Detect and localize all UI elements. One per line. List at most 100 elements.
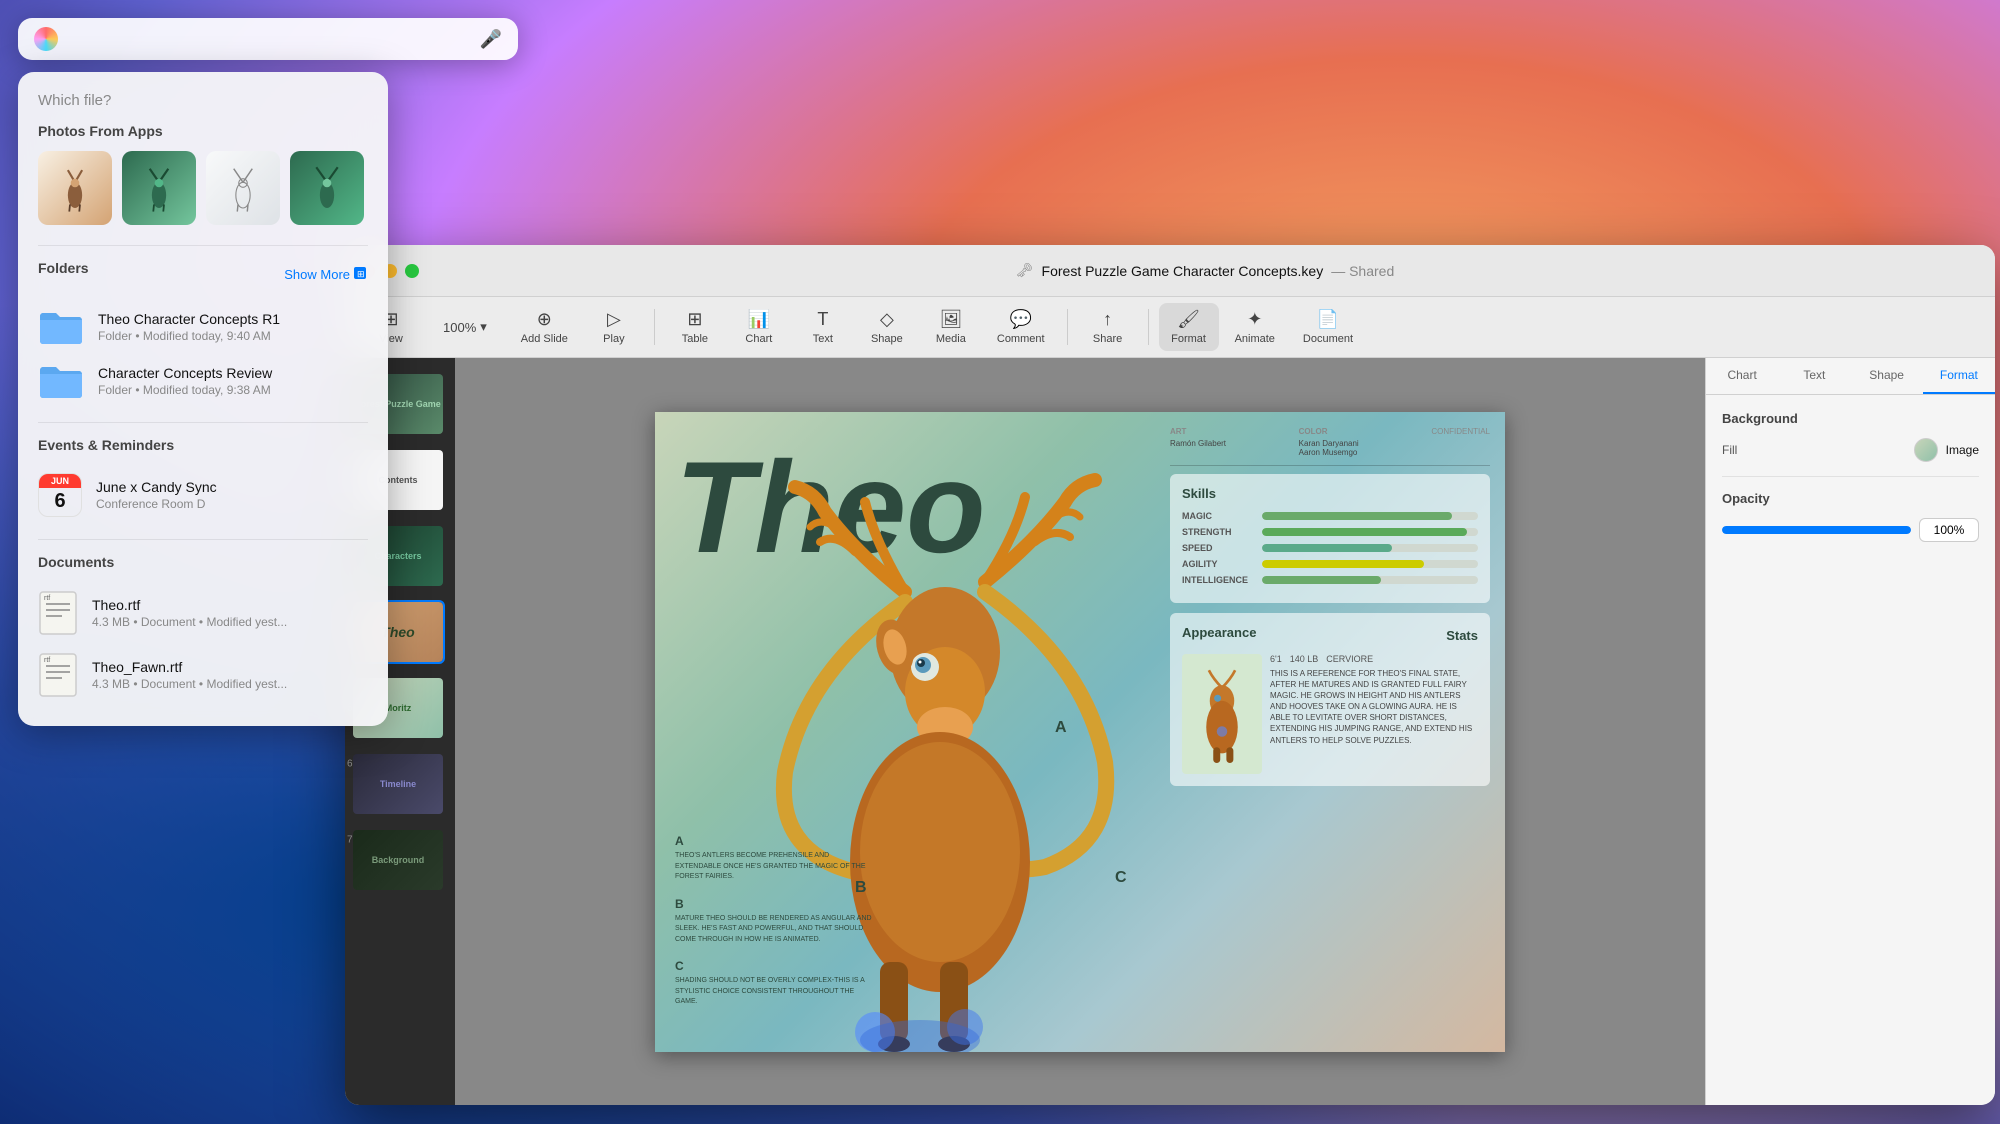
folder-item[interactable]: Character Concepts Review Folder • Modif… [38,354,368,408]
photo-thumb[interactable] [290,151,364,225]
shape-button[interactable]: ◇ Shape [857,303,917,351]
media-button[interactable]: 🖼 Media [921,303,981,351]
photo-thumb[interactable] [38,151,112,225]
document-item[interactable]: rtf Theo.rtf 4.3 MB • Document • Modifie… [38,582,368,644]
window-titlebar: 🗝 Forest Puzzle Game Character Concepts.… [345,245,1995,297]
toolbar-separator [1067,309,1068,345]
skills-section: Skills MAGIC STRENGTH SPEED [1170,474,1490,603]
color-info: COLOR Karan Daryanani Aaron Musemgo [1299,427,1359,457]
keynote-content: 1 Forest Puzzle Game 2 Contents 3 Charac… [345,358,1995,1105]
stats-title: Stats [1446,628,1478,643]
canvas-area[interactable]: Theo [455,358,1705,1105]
format-panel: Chart Text Shape Format Background Fill … [1705,358,1995,1105]
zoom-value: 100% [443,320,476,335]
chart-button[interactable]: 📊 Chart [729,303,789,351]
document-name: Theo.rtf [92,597,287,613]
document-icon: rtf [38,652,78,698]
stat-weight: 140 LB [1290,654,1319,664]
skill-magic: MAGIC [1182,511,1478,521]
animate-button[interactable]: ✦ Animate [1223,303,1287,351]
stat-name: CERVIORE [1326,654,1373,664]
event-item[interactable]: JUN 6 June x Candy Sync Conference Room … [38,465,368,525]
spotlight-prompt: Which file? [38,92,368,109]
add-slide-icon: ⊕ [537,309,552,330]
slide-notes: A THEO'S ANTLERS BECOME PREHENSILE AND E… [675,834,875,1022]
format-opacity-title: Opacity [1722,491,1979,506]
slide-canvas: Theo [655,412,1505,1052]
toolbar-separator [1148,309,1149,345]
text-icon: T [817,309,828,330]
document-item[interactable]: rtf Theo_Fawn.rtf 4.3 MB • Document • Mo… [38,644,368,706]
section-divider [38,245,368,246]
opacity-input[interactable] [1919,518,1979,542]
events-section-title: Events & Reminders [38,437,368,453]
spotlight-results-panel: Which file? Photos From Apps [18,72,388,726]
appearance-content: 6'1 140 LB CERVIORE THIS IS A REFERENCE … [1182,654,1478,774]
skills-title: Skills [1182,486,1478,501]
event-location: Conference Room D [96,497,217,511]
show-more-button[interactable]: Show More ⊞ [284,267,368,282]
text-button[interactable]: T Text [793,303,853,351]
media-label: Media [936,333,966,345]
character-small-image [1182,654,1262,774]
note-c: C SHADING SHOULD NOT BE OVERLY COMPLEX-T… [675,959,875,1008]
format-content: Background Fill Image Opacity [1706,395,1995,572]
document-button[interactable]: 📄 Document [1291,303,1365,351]
tab-text[interactable]: Text [1778,358,1850,394]
media-icon: 🖼 [939,309,962,330]
window-title: 🗝 Forest Puzzle Game Character Concepts.… [431,262,1979,279]
color-names: Karan Daryanani Aaron Musemgo [1299,439,1359,457]
comment-label: Comment [997,333,1045,345]
photo-thumb[interactable] [122,151,196,225]
add-slide-button[interactable]: ⊕ Add Slide [509,303,580,351]
slide-thumbnail: Background [353,830,443,890]
shape-icon: ◇ [880,309,894,330]
add-slide-label: Add Slide [521,333,568,345]
section-divider [38,539,368,540]
share-button[interactable]: ↑ Share [1078,303,1138,351]
note-a: A THEO'S ANTLERS BECOME PREHENSILE AND E… [675,834,875,883]
document-name: Theo_Fawn.rtf [92,659,287,675]
zoom-control[interactable]: 100% ▾ [433,315,497,339]
slide-info-panel: ART Ramón Gilabert COLOR Karan Daryanani… [1170,427,1490,786]
appearance-section: Appearance Stats [1170,613,1490,786]
slide-thumb-7[interactable]: 7 Background [345,822,455,898]
folder-info: Character Concepts Review Folder • Modif… [98,365,272,397]
svg-text:rtf: rtf [44,657,50,664]
spotlight-search-bar: Show the files June sent me last week 🎤 [18,18,518,60]
share-label: Share [1093,333,1122,345]
maximize-button[interactable] [405,264,419,278]
table-icon: ⊞ [687,309,702,330]
svg-text:C: C [1115,869,1127,886]
text-label: Text [813,333,833,345]
play-button[interactable]: ▷ Play [584,303,644,351]
background-color-swatch[interactable] [1914,438,1938,462]
document-meta: 4.3 MB • Document • Modified yest... [92,615,287,629]
folders-header: Folders Show More ⊞ [38,260,368,288]
photo-thumb[interactable] [206,151,280,225]
share-icon: ↑ [1103,309,1112,330]
skill-intelligence: INTELLIGENCE [1182,575,1478,585]
table-button[interactable]: ⊞ Table [665,303,725,351]
folder-item[interactable]: Theo Character Concepts R1 Folder • Modi… [38,300,368,354]
tab-chart[interactable]: Chart [1706,358,1778,394]
tab-format[interactable]: Format [1923,358,1995,394]
fill-label: Fill [1722,443,1737,457]
slide-thumb-6[interactable]: 6 Timeline [345,746,455,822]
play-label: Play [603,333,624,345]
format-tabs: Chart Text Shape Format [1706,358,1995,395]
stat-height: 6'1 [1270,654,1282,664]
microphone-icon[interactable]: 🎤 [480,29,502,50]
svg-text:⊞: ⊞ [357,269,365,279]
format-button[interactable]: 🖌 Format [1159,303,1219,351]
tab-shape[interactable]: Shape [1851,358,1923,394]
format-icon: 🖌 [1177,309,1200,330]
keynote-toolbar: ⊞ View 100% ▾ ⊕ Add Slide ▷ Play ⊞ Table… [345,297,1995,358]
skill-speed: SPEED [1182,543,1478,553]
shape-label: Shape [871,333,903,345]
documents-section-title: Documents [38,554,368,570]
format-divider [1722,476,1979,477]
comment-button[interactable]: 💬 Comment [985,303,1057,351]
spotlight-input[interactable]: Show the files June sent me last week [68,26,470,52]
keynote-window: 🗝 Forest Puzzle Game Character Concepts.… [345,245,1995,1105]
